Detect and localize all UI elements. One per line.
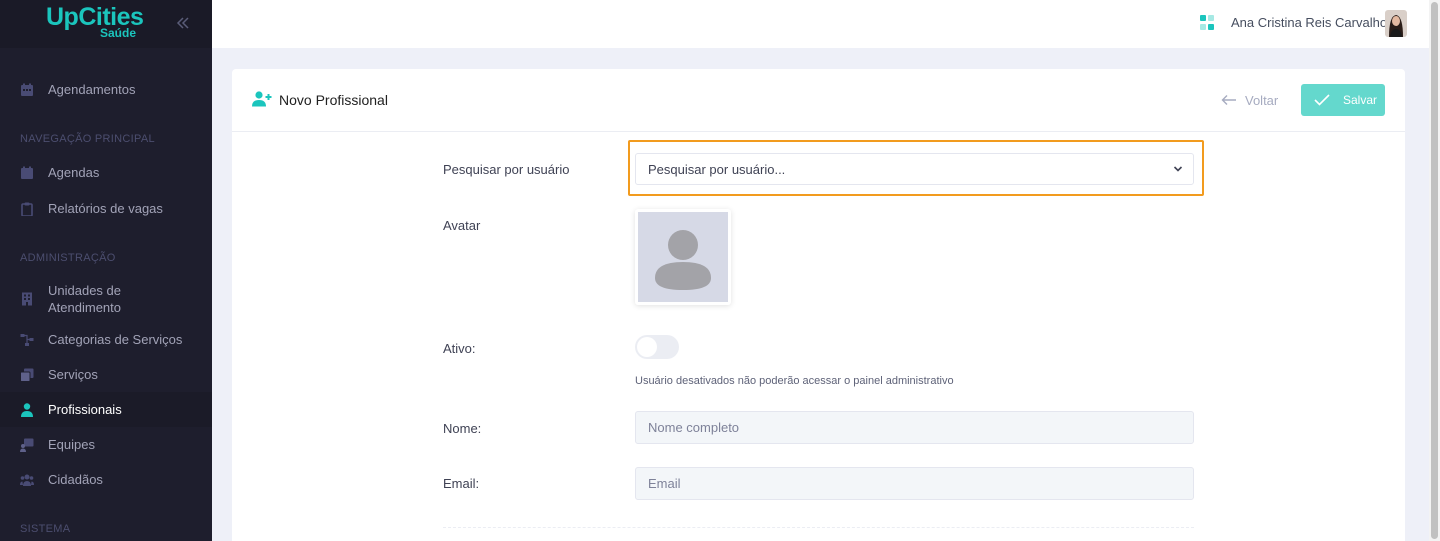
name-label: Nome:	[443, 421, 482, 436]
user-name[interactable]: Ana Cristina Reis Carvalho	[1231, 15, 1387, 30]
search-user-select[interactable]: Pesquisar por usuário...	[635, 153, 1194, 185]
sidebar-item-servicos[interactable]: Serviços	[0, 357, 212, 392]
active-label: Ativo:	[443, 341, 476, 356]
calendar-icon	[21, 83, 33, 96]
sidebar-item-relatorios[interactable]: Relatórios de vagas	[0, 191, 212, 226]
active-toggle[interactable]	[635, 335, 679, 359]
sidebar-item-agendas[interactable]: Agendas	[0, 155, 212, 190]
user-plus-icon	[252, 91, 272, 107]
chevron-down-icon	[1173, 166, 1183, 172]
user-tie-icon	[21, 403, 33, 417]
sidebar: UpCities Saúde Agendamentos NAVEGAÇÃO PR…	[0, 0, 212, 541]
sidebar-item-label: Equipes	[48, 437, 95, 452]
section-title-administracao: ADMINISTRAÇÃO	[20, 252, 116, 264]
building-icon	[22, 292, 32, 306]
page-title: Novo Profissional	[279, 92, 388, 108]
calendar-icon	[21, 166, 33, 179]
sitemap-icon	[20, 334, 34, 346]
sidebar-item-label: Profissionais	[48, 402, 122, 417]
name-input[interactable]	[635, 411, 1194, 444]
form-card: Novo Profissional Voltar Salvar Pesquisa…	[232, 69, 1405, 541]
brand-bar: UpCities Saúde	[0, 0, 212, 48]
search-user-select-value: Pesquisar por usuário...	[648, 162, 786, 177]
sidebar-item-label: Relatórios de vagas	[48, 201, 163, 216]
section-title-sistema: SISTEMA	[20, 523, 71, 535]
user-avatar[interactable]	[1385, 10, 1407, 37]
sidebar-item-profissionais[interactable]: Profissionais	[0, 392, 212, 427]
card-header: Novo Profissional Voltar Salvar	[232, 69, 1405, 132]
save-button[interactable]: Salvar	[1301, 84, 1385, 116]
check-icon	[1314, 94, 1330, 106]
sidebar-item-label: Agendamentos	[48, 82, 136, 97]
avatar-label: Avatar	[443, 218, 481, 233]
back-button-label: Voltar	[1245, 92, 1279, 108]
sidebar-item-label: Cidadãos	[48, 472, 103, 487]
clipboard-icon	[21, 202, 33, 216]
users-icon	[20, 474, 34, 486]
email-input[interactable]	[635, 467, 1194, 500]
sidebar-item-label: Serviços	[48, 367, 98, 382]
sidebar-item-categorias[interactable]: Categorias de Serviços	[0, 322, 212, 357]
apps-grid-icon[interactable]	[1200, 15, 1214, 31]
top-header: Ana Cristina Reis Carvalho	[212, 0, 1440, 48]
sidebar-item-cidadaos[interactable]: Cidadãos	[0, 462, 212, 497]
sidebar-item-label: Unidades de	[48, 283, 121, 298]
layers-icon	[20, 368, 34, 382]
form-separator	[443, 527, 1194, 528]
section-title-navegacao: NAVEGAÇÃO PRINCIPAL	[20, 133, 155, 145]
page-scrollbar[interactable]	[1429, 0, 1440, 541]
active-help-text: Usuário desativados não poderão acessar …	[635, 375, 954, 387]
sidebar-item-agendamentos[interactable]: Agendamentos	[0, 72, 212, 107]
scrollbar-thumb[interactable]	[1431, 2, 1438, 539]
avatar-placeholder	[638, 212, 728, 302]
save-button-label: Salvar	[1343, 93, 1378, 107]
team-board-icon	[20, 438, 34, 452]
sidebar-item-label: Categorias de Serviços	[48, 332, 183, 347]
user-silhouette-icon	[655, 230, 711, 290]
sidebar-item-unidades[interactable]: Unidades de Atendimento	[0, 280, 212, 318]
double-chevron-left-icon[interactable]	[176, 14, 190, 32]
sidebar-item-label: Agendas	[48, 165, 100, 180]
sidebar-item-equipes[interactable]: Equipes	[0, 427, 212, 462]
toggle-knob	[637, 337, 657, 357]
sidebar-item-label-line2: Atendimento	[48, 300, 121, 315]
avatar-upload[interactable]	[635, 209, 731, 305]
arrow-left-icon	[1221, 95, 1236, 105]
search-user-label: Pesquisar por usuário	[443, 162, 570, 177]
email-label: Email:	[443, 476, 480, 491]
back-button[interactable]: Voltar	[1221, 91, 1278, 109]
user-photo-icon	[1385, 10, 1407, 37]
logo-subtext: Saúde	[100, 26, 137, 40]
logo[interactable]: UpCities Saúde	[46, 4, 144, 40]
